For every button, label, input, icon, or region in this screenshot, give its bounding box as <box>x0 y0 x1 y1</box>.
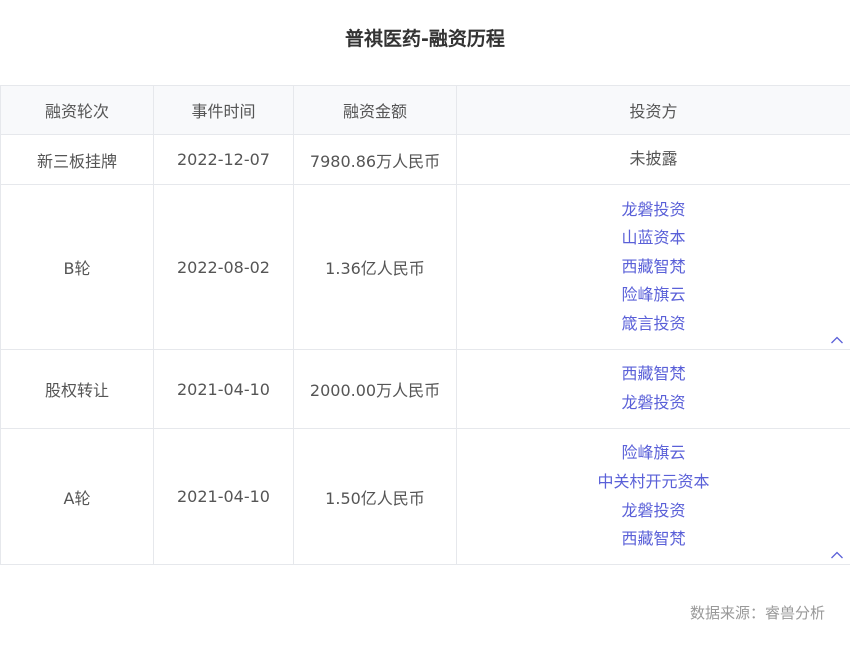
cell-round: 股权转让 <box>0 349 154 429</box>
cell-round: 新三板挂牌 <box>0 134 154 185</box>
investor-text: 未披露 <box>629 149 678 169</box>
investor-link[interactable]: 西藏智梵 <box>457 525 850 554</box>
cell-date: 2021-04-10 <box>153 349 294 429</box>
cell-date: 2021-04-10 <box>153 428 294 565</box>
investor-link[interactable]: 龙磐投资 <box>457 389 850 418</box>
header-investors: 投资方 <box>456 85 850 135</box>
cell-amount: 2000.00万人民币 <box>293 349 457 429</box>
investor-link[interactable]: 山蓝资本 <box>457 224 850 253</box>
financing-table: 融资轮次 事件时间 融资金额 投资方 新三板挂牌 2022-12-07 7980.8… <box>0 85 850 565</box>
table-row: 新三板挂牌 2022-12-07 7980.86万人民币 未披露 <box>0 134 850 185</box>
page-title: 普祺医药-融资历程 <box>345 28 505 50</box>
investor-link[interactable]: 险峰旗云 <box>457 281 850 310</box>
investor-link[interactable]: 龙磐投资 <box>457 497 850 526</box>
investor-link[interactable]: 西藏智梵 <box>457 360 850 389</box>
investor-link[interactable]: 箴言投资 <box>457 310 850 339</box>
table-row: A轮 2021-04-10 1.50亿人民币 险峰旗云 中关村开元资本 龙磐投资 西藏智梵 <box>0 428 850 565</box>
table-row: 股权转让 2021-04-10 2000.00万人民币 西藏智梵 龙磐投资 <box>0 349 850 429</box>
investor-link[interactable]: 龙磐投资 <box>457 196 850 225</box>
investor-link[interactable]: 西藏智梵 <box>457 253 850 282</box>
investor-link[interactable]: 中关村开元资本 <box>457 468 850 497</box>
cell-amount: 1.36亿人民币 <box>293 184 457 350</box>
chevron-up-icon[interactable] <box>830 550 844 560</box>
header-amount: 融资金额 <box>293 85 457 135</box>
cell-investors: 龙磐投资 山蓝资本 西藏智梵 险峰旗云 箴言投资 <box>456 184 850 350</box>
table-row: B轮 2022-08-02 1.36亿人民币 龙磐投资 山蓝资本 西藏智梵 险峰旗云 箴言投资 <box>0 184 850 350</box>
cell-amount: 7980.86万人民币 <box>293 134 457 185</box>
cell-date: 2022-12-07 <box>153 134 294 185</box>
header-date: 事件时间 <box>153 85 294 135</box>
cell-investors: 西藏智梵 龙磐投资 <box>456 349 850 429</box>
cell-amount: 1.50亿人民币 <box>293 428 457 565</box>
header-round: 融资轮次 <box>0 85 154 135</box>
chevron-up-icon[interactable] <box>830 335 844 345</box>
cell-round: B轮 <box>0 184 154 350</box>
cell-investors: 险峰旗云 中关村开元资本 龙磐投资 西藏智梵 <box>456 428 850 565</box>
cell-investors: 未披露 <box>456 134 850 185</box>
cell-round: A轮 <box>0 428 154 565</box>
cell-date: 2022-08-02 <box>153 184 294 350</box>
data-source: 数据来源：睿兽分析 <box>689 604 825 622</box>
investor-link[interactable]: 险峰旗云 <box>457 439 850 468</box>
table-header-row: 融资轮次 事件时间 融资金额 投资方 <box>0 85 850 135</box>
